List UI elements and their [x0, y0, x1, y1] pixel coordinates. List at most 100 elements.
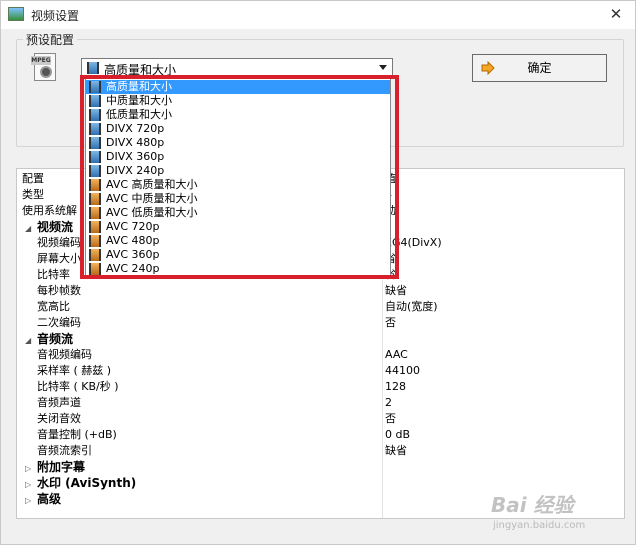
dropdown-item[interactable]: AVC 480p — [86, 234, 390, 248]
title-bar: 视频设置 ✕ — [1, 1, 635, 29]
film-blue-icon — [89, 81, 101, 93]
grid-row-key-text: 水印 (AviSynth) — [37, 476, 137, 490]
grid-row-value: EG4(DivX) — [385, 236, 442, 249]
grid-row-key-text: 每秒帧数 — [37, 284, 81, 297]
grid-row-key: 音频流索引 — [37, 443, 92, 459]
dropdown-item[interactable]: DIVX 720p — [86, 122, 390, 136]
grid-row-value: 自动(宽度) — [385, 300, 438, 313]
grid-section-row[interactable]: ◢ 音频流 — [17, 331, 624, 347]
grid-row[interactable]: 每秒帧数 缺省 — [17, 283, 624, 299]
grid-row-key: 视频编码 — [37, 235, 81, 251]
preset-group-label: 预设配置 — [23, 31, 78, 48]
dropdown-item[interactable]: DIVX 360p — [86, 150, 390, 164]
ok-button-label: 确定 — [527, 61, 552, 75]
grid-row-value: 0 dB — [385, 428, 411, 441]
dropdown-item-label: AVC 240p — [106, 262, 160, 275]
dropdown-item-label: AVC 中质量和大小 — [106, 192, 198, 205]
grid-row[interactable]: 比特率 ( KB/秒 ) 128 — [17, 379, 624, 395]
grid-row-value: 44100 — [385, 364, 420, 377]
preset-dropdown-list[interactable]: 高质量和大小 中质量和大小 低质量和大小 DIVX 720p DIVX 480p DIVX… — [85, 78, 391, 278]
grid-row[interactable]: 音频声道 2 — [17, 395, 624, 411]
grid-row-key: 比特率 ( KB/秒 ) — [37, 379, 119, 395]
grid-row[interactable]: 音频流索引 缺省 — [17, 443, 624, 459]
film-blue-icon — [89, 151, 101, 163]
film-blue-icon — [89, 123, 101, 135]
dropdown-item[interactable]: AVC 中质量和大小 — [86, 192, 390, 206]
ok-button[interactable]: 确定 — [472, 54, 607, 82]
film-orange-icon — [89, 235, 101, 247]
collapsed-triangle-icon[interactable]: ▷ — [25, 493, 33, 509]
watermark-logo: Bai 经验 — [491, 493, 574, 517]
grid-header-key: 配置 — [22, 172, 44, 185]
dropdown-item[interactable]: AVC 360p — [86, 248, 390, 262]
grid-row-key: 采样率 ( 赫兹 ) — [37, 363, 111, 379]
grid-row-key: 比特率 — [37, 267, 70, 283]
grid-row[interactable]: 采样率 ( 赫兹 ) 44100 — [17, 363, 624, 379]
grid-row-key-text: 音频流 — [37, 332, 74, 346]
film-orange-icon — [89, 207, 101, 219]
grid-row-key: ▷ 高级 — [25, 491, 61, 509]
dropdown-item[interactable]: 低质量和大小 — [86, 108, 390, 122]
dropdown-item[interactable]: 中质量和大小 — [86, 94, 390, 108]
grid-row-value: 否 — [385, 412, 396, 425]
mpeg-file-icon: MPEG — [31, 53, 59, 83]
dropdown-item-label: AVC 360p — [106, 248, 160, 261]
grid-row-key-text: 高级 — [37, 492, 62, 506]
app-icon — [8, 7, 24, 21]
grid-row-key-text: 类型 — [22, 188, 44, 201]
preset-combobox[interactable]: 高质量和大小 — [81, 58, 393, 78]
grid-row-value: 128 — [385, 380, 406, 393]
grid-row[interactable]: 音视频编码 AAC — [17, 347, 624, 363]
film-blue-icon — [89, 109, 101, 121]
grid-row-value: 否 — [385, 316, 396, 329]
dropdown-item[interactable]: DIVX 240p — [86, 164, 390, 178]
dropdown-item-label: AVC 720p — [106, 220, 160, 233]
dropdown-item-label: 高质量和大小 — [106, 80, 172, 93]
grid-row-key-text: 宽高比 — [37, 300, 70, 313]
grid-row[interactable]: 宽高比 自动(宽度) — [17, 299, 624, 315]
dropdown-item-label: DIVX 720p — [106, 122, 165, 135]
grid-row-key: 屏幕大小 — [37, 251, 81, 267]
grid-row-value: 2 — [385, 396, 392, 409]
grid-row-key: 音量控制 (+dB) — [37, 427, 117, 443]
grid-row[interactable]: 音量控制 (+dB) 0 dB — [17, 427, 624, 443]
grid-row-key: 使用系统解 — [22, 203, 77, 219]
grid-row-key-text: 音频声道 — [37, 396, 81, 409]
film-orange-icon — [89, 263, 101, 275]
dropdown-item[interactable]: DIVX 480p — [86, 136, 390, 150]
grid-row[interactable]: 二次编码 否 — [17, 315, 624, 331]
grid-row[interactable]: 关闭音效 否 — [17, 411, 624, 427]
dropdown-item-label: 中质量和大小 — [106, 94, 172, 107]
grid-row-key: 音频声道 — [37, 395, 81, 411]
film-orange-icon — [89, 179, 101, 191]
grid-row-key-text: 音视频编码 — [37, 348, 92, 361]
dropdown-item-label: AVC 480p — [106, 234, 160, 247]
film-blue-icon — [89, 95, 101, 107]
video-settings-window: 视频设置 ✕ 预设配置 MPEG 高质量和大小 确定 配置 值 类型4使用系统解… — [0, 0, 636, 545]
window-title: 视频设置 — [31, 9, 80, 23]
grid-row-key: 关闭音效 — [37, 411, 81, 427]
watermark-url: jingyan.baidu.com — [493, 520, 586, 531]
film-orange-icon — [89, 193, 101, 205]
grid-row-key-text: 音量控制 (+dB) — [37, 428, 117, 441]
grid-row-key-text: 采样率 ( 赫兹 ) — [37, 364, 112, 377]
arrow-right-icon — [481, 61, 495, 75]
dropdown-item[interactable]: AVC 高质量和大小 — [86, 178, 390, 192]
dropdown-item[interactable]: AVC 低质量和大小 — [86, 206, 390, 220]
grid-row-key: 音视频编码 — [37, 347, 92, 363]
dropdown-item-label: AVC 低质量和大小 — [106, 206, 198, 219]
dropdown-item-label: AVC 高质量和大小 — [106, 178, 198, 191]
grid-row-key-text: 二次编码 — [37, 316, 81, 329]
dropdown-item[interactable]: AVC 720p — [86, 220, 390, 234]
film-orange-icon — [89, 249, 101, 261]
chevron-down-icon[interactable] — [379, 65, 387, 70]
dropdown-item-label: 低质量和大小 — [106, 108, 172, 121]
grid-row-key-text: 比特率 ( KB/秒 ) — [37, 380, 119, 393]
film-blue-icon — [87, 62, 99, 74]
grid-section-row[interactable]: ▷ 附加字幕 — [17, 459, 624, 475]
close-icon[interactable]: ✕ — [607, 5, 625, 23]
film-blue-icon — [89, 165, 101, 177]
grid-row-key: 类型 — [22, 187, 44, 203]
dropdown-item[interactable]: 高质量和大小 — [86, 80, 390, 94]
dropdown-item[interactable]: AVC 240p — [86, 262, 390, 276]
